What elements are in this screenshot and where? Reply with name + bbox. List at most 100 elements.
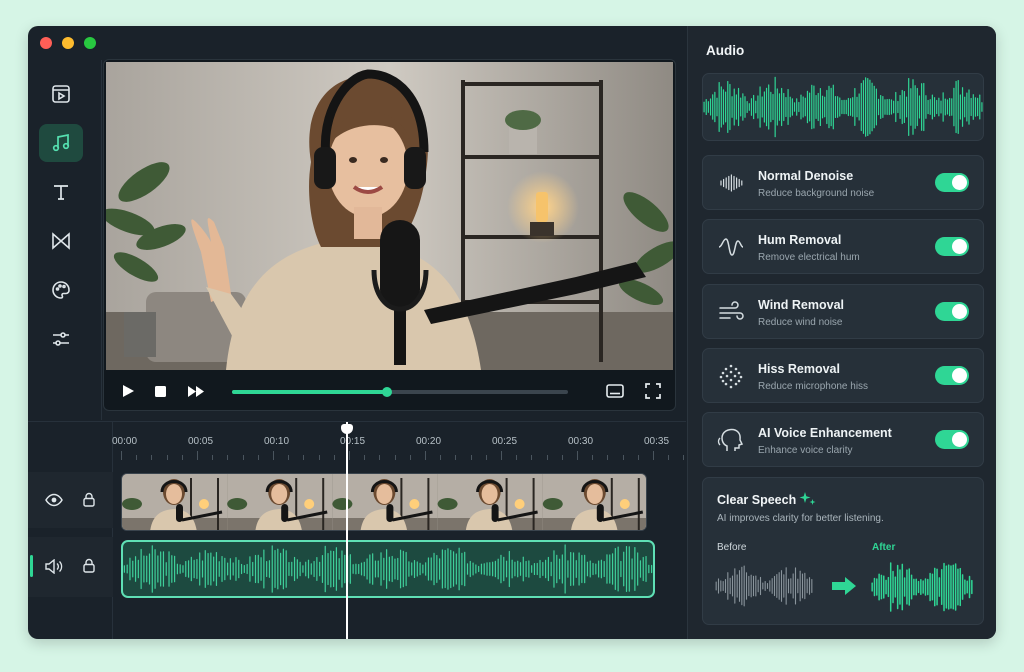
track-headers: [28, 422, 113, 639]
ruler-tick: [349, 451, 350, 460]
ruler-tick: [394, 455, 396, 460]
ruler-tick: [425, 451, 426, 460]
toggle-knob: [952, 432, 967, 448]
feature-subtitle: Reduce microphone hiss: [758, 380, 869, 392]
arrow-right-icon: [832, 577, 856, 595]
ruler-label: 00:00: [112, 436, 138, 447]
ruler-label: 00:25: [492, 436, 518, 447]
feature-card-hum-removal: Hum Removal Remove electrical hum: [702, 219, 984, 275]
ruler-tick: [501, 451, 502, 460]
audio-panel: Audio Normal Denoise Reduce background no…: [687, 26, 996, 639]
clip-thumbnail: [332, 474, 438, 530]
ruler-tick: [546, 455, 548, 460]
feature-title: Hum Removal: [758, 233, 842, 248]
ruler-tick: [121, 451, 122, 460]
ruler-tick: [409, 455, 411, 460]
ruler-tick: [379, 455, 381, 460]
adjust-tool-button[interactable]: [39, 320, 83, 358]
ruler-tick: [273, 451, 274, 460]
clip-thumbnail: [437, 474, 543, 530]
feature-card-wind-removal: Wind Removal Reduce wind noise: [702, 283, 984, 339]
hiss-icon: [719, 364, 743, 389]
ruler-tick: [683, 455, 685, 460]
feature-card-hiss-removal: Hiss Removal Reduce microphone hiss: [702, 347, 984, 403]
audio-clip[interactable]: [121, 540, 655, 598]
ruler-tick: [440, 455, 442, 460]
clear-speech-subtitle: AI improves clarity for better listening…: [717, 513, 884, 524]
feature-title: Normal Denoise: [758, 169, 854, 183]
video-player: [103, 59, 676, 411]
zoom-window-button[interactable]: [84, 37, 96, 49]
palette-icon: [52, 281, 70, 299]
feature-title: Hiss Removal: [758, 361, 840, 376]
hum-icon: [718, 238, 744, 257]
feature-subtitle: Remove electrical hum: [758, 252, 860, 264]
video-preview[interactable]: [106, 62, 673, 370]
text-tool-button[interactable]: [39, 173, 83, 211]
feature-toggle[interactable]: [935, 365, 969, 385]
ruler-tick: [136, 455, 138, 460]
transitions-tool-button[interactable]: [39, 222, 83, 260]
ruler-tick: [166, 455, 168, 460]
fullscreen-icon[interactable]: [645, 383, 661, 399]
toggle-knob: [952, 367, 967, 383]
audio-waveform: [123, 544, 653, 594]
lock-icon[interactable]: [83, 558, 95, 573]
feature-toggle[interactable]: [935, 237, 969, 257]
ruler-tick: [622, 455, 624, 460]
denoise-icon: [720, 174, 743, 192]
ruler-tick: [318, 455, 320, 460]
lock-icon[interactable]: [83, 492, 95, 507]
wind-icon: [719, 300, 744, 320]
feature-subtitle: Reduce background noise: [758, 188, 875, 199]
effects-tool-button[interactable]: [39, 271, 83, 309]
play-icon[interactable]: [121, 384, 135, 398]
fast-forward-icon[interactable]: [187, 385, 205, 398]
ruler-tick: [455, 455, 457, 460]
feature-toggle[interactable]: [935, 301, 969, 321]
clip-thumbnails: [122, 474, 646, 530]
ruler-label: 00:30: [568, 436, 594, 447]
playhead[interactable]: [341, 422, 353, 639]
ruler-tick: [364, 455, 366, 460]
feature-subtitle: Enhance voice clarity: [758, 445, 853, 457]
feature-toggle[interactable]: [935, 430, 969, 450]
playback-controls: [104, 372, 675, 410]
minimize-window-button[interactable]: [62, 37, 74, 49]
ai-head-icon: [717, 428, 744, 452]
ruler-tick: [485, 455, 487, 460]
progress-track[interactable]: [232, 387, 568, 397]
feature-card-normal-denoise: Normal Denoise Reduce background noise: [702, 155, 984, 210]
media-icon: [52, 85, 70, 103]
clip-thumbnail: [542, 474, 646, 530]
speaker-icon[interactable]: [45, 559, 63, 574]
audio-track-header: [28, 537, 113, 597]
media-tool-button[interactable]: [39, 75, 83, 113]
clear-speech-title: Clear Speech: [717, 493, 797, 507]
audio-tool-button[interactable]: [39, 124, 83, 162]
eye-icon[interactable]: [45, 493, 63, 507]
timeline: 00:00 00:05 00:10 00:15 00:20 00:25 00:30 00:35: [28, 421, 686, 639]
ruler-tick: [181, 455, 183, 460]
ruler-tick: [333, 455, 335, 460]
ruler-tick: [257, 455, 259, 460]
ruler-label: 00:35: [644, 436, 670, 447]
ruler-tick: [197, 451, 198, 460]
stop-icon[interactable]: [154, 385, 167, 398]
feature-card-ai-voice-enhancement: AI Voice Enhancement Enhance voice clarit…: [702, 412, 984, 468]
ruler-tick: [227, 455, 229, 460]
toggle-knob: [952, 175, 967, 190]
ruler-tick: [212, 455, 214, 460]
feature-toggle[interactable]: [935, 173, 969, 192]
close-window-button[interactable]: [40, 37, 52, 49]
captions-icon[interactable]: [606, 383, 624, 399]
video-clip[interactable]: [121, 473, 647, 531]
ruler-tick: [668, 455, 670, 460]
before-waveform: [715, 565, 813, 607]
progress-knob[interactable]: [381, 387, 392, 397]
progress-fill: [232, 390, 387, 394]
bowtie-icon: [52, 232, 70, 250]
ruler-label: 00:10: [264, 436, 290, 447]
time-ruler[interactable]: 00:00 00:05 00:10 00:15 00:20 00:25 00:30 00:35: [112, 422, 686, 466]
ruler-label: 00:05: [188, 436, 214, 447]
